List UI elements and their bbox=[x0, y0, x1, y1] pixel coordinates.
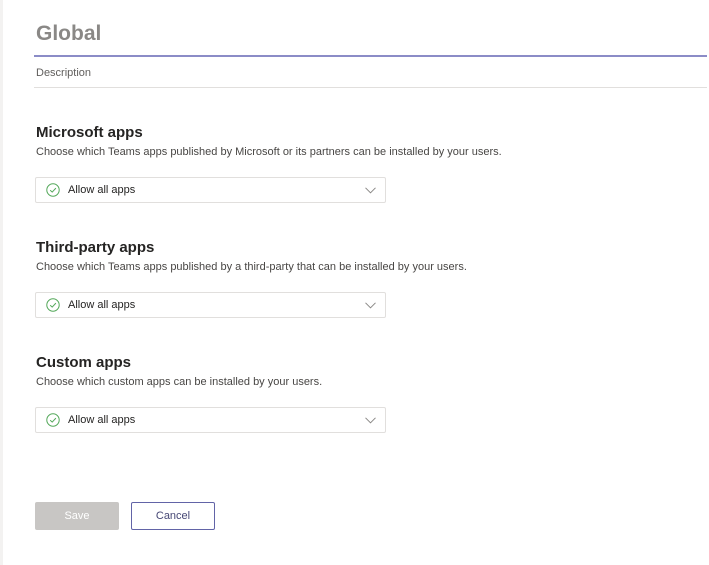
check-circle-icon bbox=[46, 413, 60, 427]
dropdown-selected-value: Allow all apps bbox=[68, 414, 136, 426]
check-circle-icon bbox=[46, 183, 60, 197]
section-title-microsoft-apps: Microsoft apps bbox=[36, 124, 143, 141]
chevron-down-icon bbox=[365, 302, 376, 309]
section-title-custom-apps: Custom apps bbox=[36, 354, 132, 371]
chevron-down-icon bbox=[365, 417, 376, 424]
third-party-apps-dropdown[interactable]: Allow all apps bbox=[35, 292, 386, 318]
chevron-down-icon bbox=[365, 187, 376, 194]
check-circle-icon bbox=[46, 298, 60, 312]
dropdown-selected-value: Allow all apps bbox=[68, 184, 136, 196]
save-button[interactable]: Save bbox=[35, 502, 119, 530]
policy-name-underline bbox=[34, 55, 707, 57]
custom-apps-dropdown[interactable]: Allow all apps bbox=[35, 407, 386, 433]
description-underline bbox=[34, 87, 707, 88]
section-desc-custom-apps: Choose which custom apps can be installe… bbox=[36, 376, 323, 388]
policy-name[interactable]: Global bbox=[36, 22, 101, 46]
policy-edit-panel: Global Description Microsoft apps Choose… bbox=[3, 0, 709, 565]
section-desc-microsoft-apps: Choose which Teams apps published by Mic… bbox=[36, 146, 502, 158]
dropdown-selected-value: Allow all apps bbox=[68, 299, 136, 311]
cancel-button[interactable]: Cancel bbox=[131, 502, 215, 530]
description-field[interactable]: Description bbox=[36, 67, 91, 79]
section-desc-third-party-apps: Choose which Teams apps published by a t… bbox=[36, 261, 467, 273]
section-title-third-party-apps: Third-party apps bbox=[36, 239, 155, 256]
microsoft-apps-dropdown[interactable]: Allow all apps bbox=[35, 177, 386, 203]
